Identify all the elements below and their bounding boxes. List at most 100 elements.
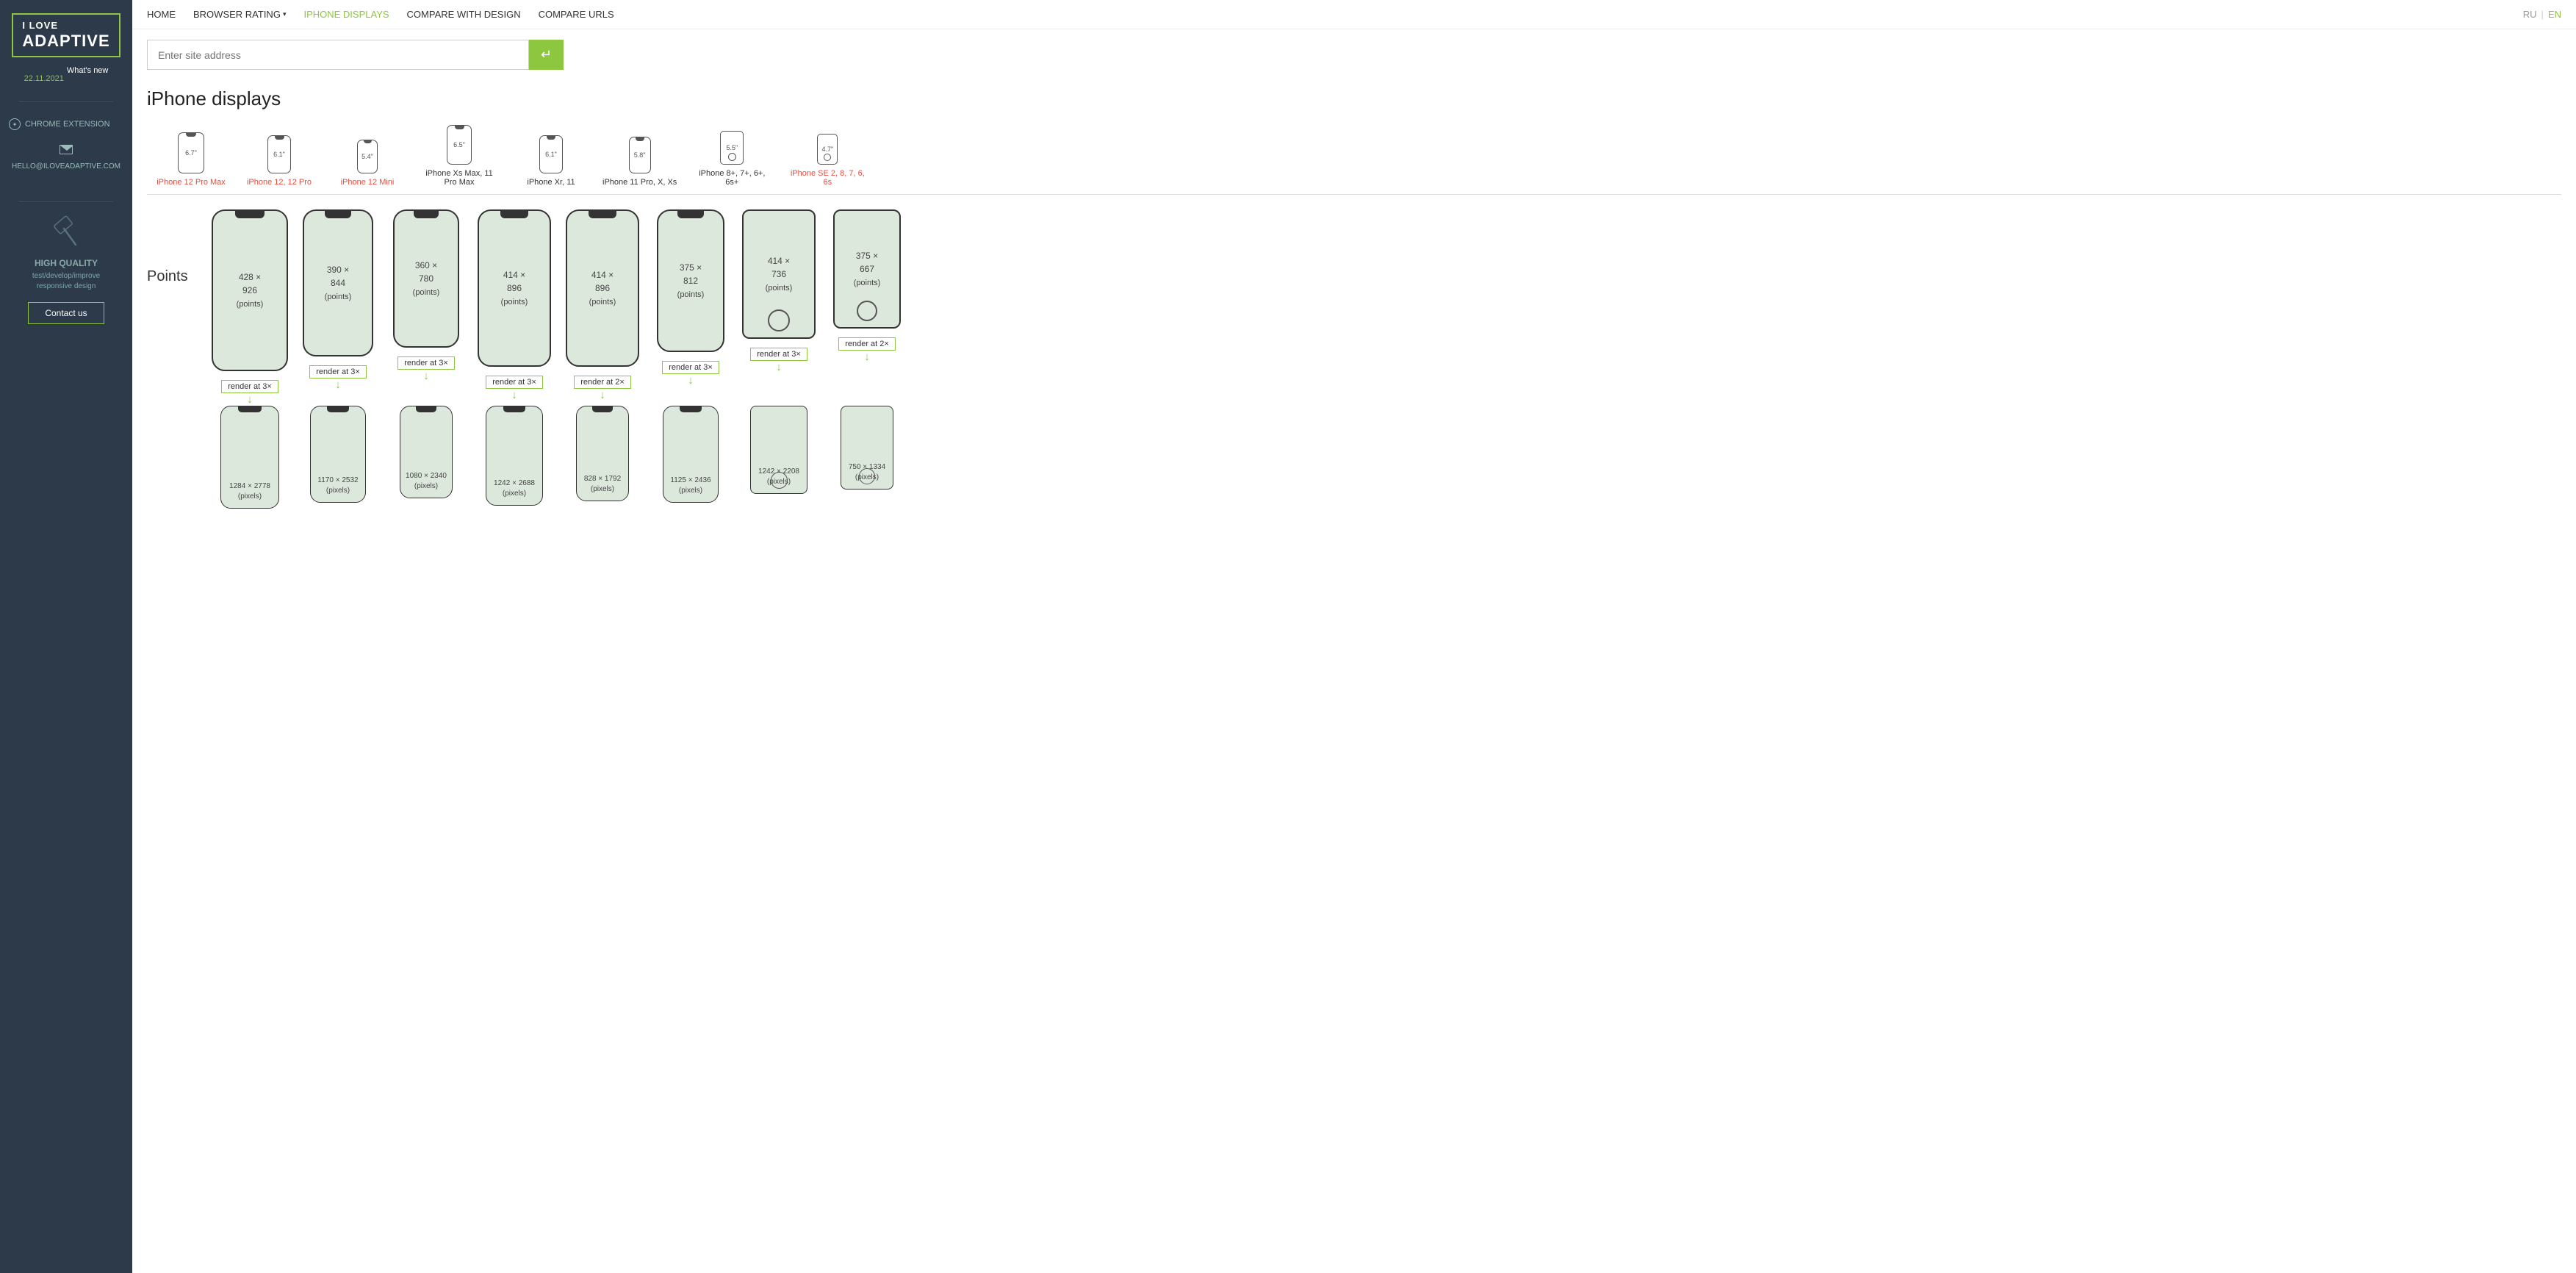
phone-points-card-5: 375 × 812(points) render at 3× ↓ [647,209,735,387]
bottom-dims-6: 1242 × 2208(pixels) [758,467,799,487]
notch-points-5 [677,211,704,218]
nav-compare-urls[interactable]: COMPARE URLS [539,9,614,20]
phone-bottom-sil-0: 1284 × 2778(pixels) [220,406,279,509]
lang-ru[interactable]: RU [2523,9,2537,20]
phone-notch-0 [186,133,196,137]
points-dims-2: 360 × 780(points) [411,259,442,299]
home-btn-points-6 [768,309,790,331]
top-nav: HOME BROWSER RATING ▾ IPHONE DISPLAYS CO… [132,0,2576,29]
home-button-7 [824,154,831,161]
contact-button[interactable]: Contact us [28,302,104,324]
phone-notch-4 [547,136,555,140]
phone-top-card-5: 5.8" iPhone 11 Pro, X, Xs [595,137,684,187]
notch-points-4 [589,211,616,218]
sidebar-divider-1 [19,101,113,102]
phone-notch-1 [275,136,284,140]
bottom-dims-1: 1170 × 2532(pixels) [317,476,358,496]
notch-bottom-5 [680,406,702,412]
phone-big-sil-5: 375 × 812(points) [657,209,724,352]
logo-line1: I LOVE [22,21,109,32]
main-content: HOME BROWSER RATING ▾ IPHONE DISPLAYS CO… [132,0,2576,1273]
bottom-dims-7: 750 × 1334(pixels) [849,462,885,483]
phone-top-card-1: 6.1" iPhone 12, 12 Pro [235,135,323,187]
phone-top-card-2: 5.4" iPhone 12 Mini [323,140,411,187]
phone-name-2[interactable]: iPhone 12 Mini [341,178,395,187]
phone-name-1[interactable]: iPhone 12, 12 Pro [247,178,312,187]
logo-line2: ADAP [22,32,71,50]
phone-name-5[interactable]: iPhone 11 Pro, X, Xs [602,178,677,187]
phone-silhouette-0: 6.7" [178,132,204,173]
phone-size-label-1: 6.1" [273,151,285,158]
phone-name-3[interactable]: iPhone Xs Max, 11 Pro Max [419,169,500,187]
nav-iphone-displays[interactable]: IPHONE DISPLAYS [303,9,389,20]
email-label: HELLO@ILOVEADAPTIVE.COM [12,162,120,171]
enter-icon: ↵ [541,47,552,62]
sidebar-chrome-extension[interactable]: ✦ CHROME EXTENSION [7,114,125,135]
points-dims-6: 414 × 736(points) [761,254,796,295]
search-button[interactable]: ↵ [529,40,564,70]
render-arrow-4: ↓ [600,389,605,401]
points-dims-4: 414 × 896(points) [585,268,620,309]
render-badge-5: render at 3× [662,361,719,374]
phone-name-4[interactable]: iPhone Xr, 11 [527,178,575,187]
phone-big-sil-1: 390 × 844(points) [303,209,373,356]
points-section: Points 428 × 926(points) render at 3× ↓ … [147,195,2561,406]
bottom-row: 1284 × 2778(pixels) 1170 × 2532(pixels) … [147,406,2561,509]
logo[interactable]: I LOVE ADAP TIVE [12,13,120,57]
search-input[interactable] [147,40,529,70]
search-area: ↵ [132,29,2576,80]
phone-size-label-6: 5.5" [726,144,738,151]
notch-bottom-4 [592,406,613,412]
sidebar: I LOVE ADAP TIVE 22.11.2021 What's new ✦… [0,0,132,1273]
phone-points-card-0: 428 × 926(points) render at 3× ↓ [206,209,294,406]
sidebar-nav: ✦ CHROME EXTENSION HELLO@ILOVEADAPTIVE.C… [7,114,125,175]
browser-rating-arrow: ▾ [283,10,287,18]
phone-silhouette-4: 6.1" [539,135,563,173]
phone-bottom-sil-7: 750 × 1334(pixels) [841,406,893,490]
phone-points-card-6: 414 × 736(points) render at 3× ↓ [735,209,823,373]
page-title: iPhone displays [132,80,2576,125]
notch-bottom-1 [327,406,349,412]
hammer-icon [48,214,84,251]
phone-points-card-3: 414 × 896(points) render at 3× ↓ [470,209,558,401]
bottom-dims-5: 1125 × 2436(pixels) [670,476,710,496]
points-dims-3: 414 × 896(points) [497,268,532,309]
home-btn-points-7 [857,301,877,321]
phone-name-0[interactable]: iPhone 12 Pro Max [156,178,226,187]
points-dims-1: 390 × 844(points) [321,263,355,304]
points-phones: 428 × 926(points) render at 3× ↓ 390 × 8… [206,209,911,406]
phone-name-6[interactable]: iPhone 8+, 7+, 6+, 6s+ [691,169,772,187]
phone-size-label-3: 6.5" [453,141,465,148]
render-badge-3: render at 3× [486,376,543,389]
phone-big-sil-7: 375 × 667(points) [833,209,901,329]
phone-bottom-card-6: 1242 × 2208(pixels) [735,406,823,509]
phone-name-7[interactable]: iPhone SE 2, 8, 7, 6, 6s [787,169,868,187]
phone-bottom-sil-3: 1242 × 2688(pixels) [486,406,543,506]
bottom-dims-3: 1242 × 2688(pixels) [494,478,535,499]
render-arrow-7: ↓ [864,351,870,363]
lang-en[interactable]: EN [2548,9,2561,20]
phone-size-label-2: 5.4" [361,153,373,160]
phone-bottom-card-3: 1242 × 2688(pixels) [470,406,558,509]
phone-big-sil-4: 414 × 896(points) [566,209,639,367]
render-badge-4: render at 2× [574,376,631,389]
render-badge-2: render at 3× [397,356,455,370]
email-icon [60,145,73,154]
phone-big-sil-0: 428 × 926(points) [212,209,288,371]
render-arrow-6: ↓ [776,361,782,373]
phone-bottom-card-1: 1170 × 2532(pixels) [294,406,382,509]
points-dims-0: 428 × 926(points) [231,270,268,311]
sidebar-email[interactable]: HELLO@ILOVEADAPTIVE.COM [7,140,125,175]
nav-browser-rating[interactable]: BROWSER RATING ▾ [193,9,286,20]
lang-switcher: RU | EN [2523,9,2561,20]
nav-home[interactable]: HOME [147,9,176,20]
chrome-ext-label: CHROME EXTENSION [25,120,110,129]
phone-points-card-1: 390 × 844(points) render at 3× ↓ [294,209,382,391]
phone-bottom-sil-6: 1242 × 2208(pixels) [750,406,807,494]
phones-top-row: 6.7" iPhone 12 Pro Max 6.1" iPhone 12, 1… [147,125,2561,195]
nav-compare-design[interactable]: COMPARE WITH DESIGN [407,9,521,20]
phone-bottom-card-7: 750 × 1334(pixels) [823,406,911,509]
chrome-icon: ✦ [9,118,21,130]
render-arrow-0: ↓ [247,393,253,406]
notch-bottom-3 [503,406,525,412]
